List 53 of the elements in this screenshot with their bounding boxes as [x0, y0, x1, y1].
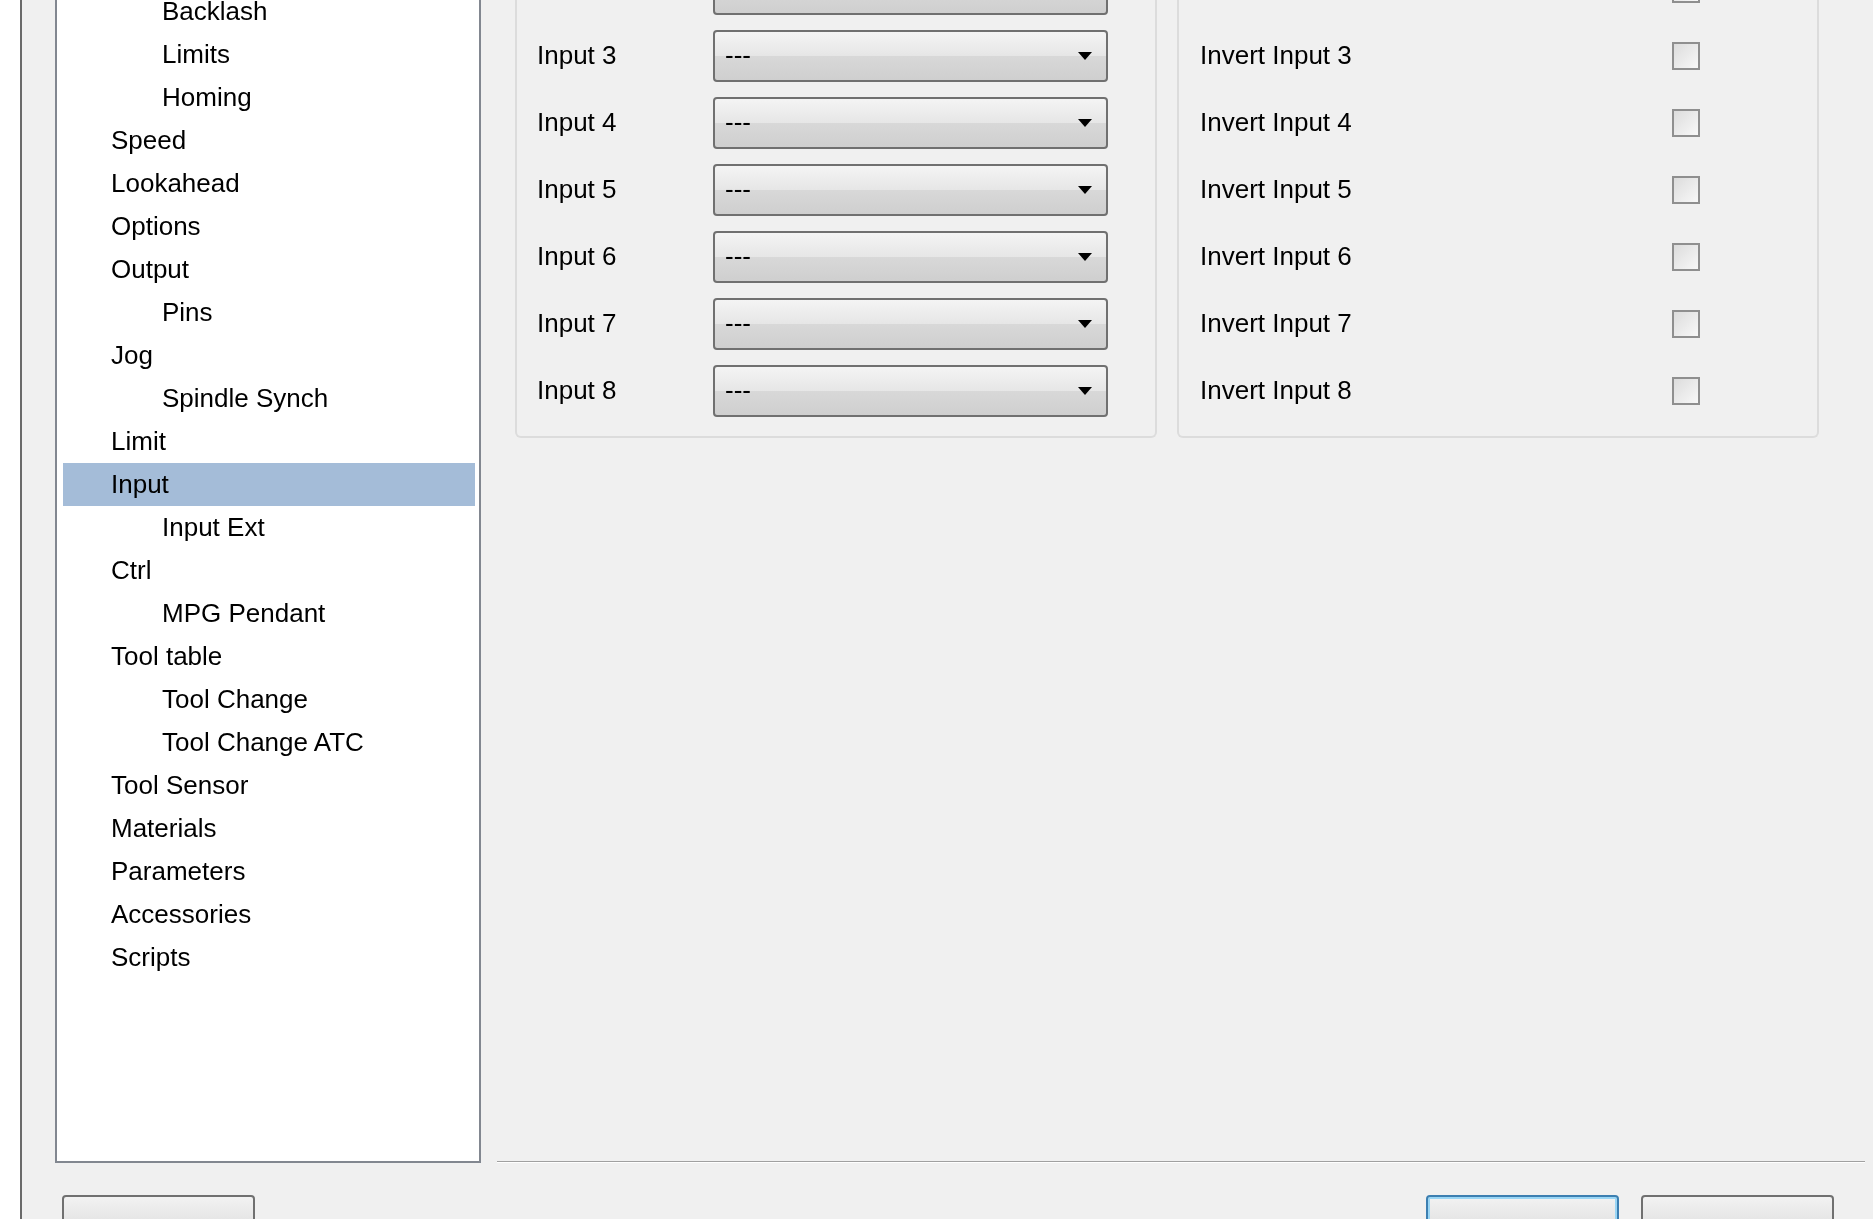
tree-item[interactable]: Scripts: [63, 936, 475, 979]
input-dropdown[interactable]: ---: [713, 29, 1108, 82]
input-label: Input 4: [536, 107, 618, 138]
tree-item[interactable]: Lookahead: [63, 162, 475, 205]
input-label: Input 5: [536, 174, 618, 205]
tree-item[interactable]: Homing: [63, 76, 475, 119]
tree-item[interactable]: Tool table: [63, 635, 475, 678]
tree-item[interactable]: Tool Sensor: [63, 764, 475, 807]
tree-item[interactable]: Input Ext: [63, 506, 475, 549]
dropdown-arrow-icon: [1078, 51, 1092, 60]
dropdown-arrow-icon: [1078, 319, 1092, 328]
invert-checkbox[interactable]: [1672, 309, 1700, 338]
invert-checkbox[interactable]: [1672, 242, 1700, 271]
tree-item[interactable]: Backlash: [63, 0, 475, 33]
invert-checkbox[interactable]: [1672, 41, 1700, 70]
tree-item[interactable]: Output: [63, 248, 475, 291]
tree-item[interactable]: Limits: [63, 33, 475, 76]
tree-item[interactable]: Input: [63, 463, 475, 506]
input-dropdown[interactable]: ---: [713, 297, 1108, 350]
invert-label: Invert Input 7: [1199, 308, 1353, 339]
tree-item[interactable]: Ctrl: [63, 549, 475, 592]
input-label: Input 3: [536, 40, 618, 71]
invert-label: Invert Input 5: [1199, 174, 1353, 205]
input-dropdown[interactable]: ---: [713, 96, 1108, 149]
input-label: Input 7: [536, 308, 618, 339]
invert-label: Invert Input 4: [1199, 107, 1353, 138]
tree-item[interactable]: Materials: [63, 807, 475, 850]
dropdown-arrow-icon: [1078, 118, 1092, 127]
tree-item[interactable]: Accessories: [63, 893, 475, 936]
invert-checkbox[interactable]: [1672, 175, 1700, 204]
tree-item[interactable]: Pins: [63, 291, 475, 334]
input-dropdown[interactable]: ---: [713, 163, 1108, 216]
input-dropdown[interactable]: ---: [713, 230, 1108, 283]
tree-item[interactable]: Spindle Synch: [63, 377, 475, 420]
input-label: Input 6: [536, 241, 618, 272]
dropdown-arrow-icon: [1078, 185, 1092, 194]
invert-checkbox[interactable]: [1672, 376, 1700, 405]
tree-item[interactable]: Tool Change: [63, 678, 475, 721]
input-dropdown[interactable]: ---: [713, 364, 1108, 417]
tree-item[interactable]: Options: [63, 205, 475, 248]
invert-checkbox[interactable]: [1672, 108, 1700, 137]
input-label: Input 8: [536, 375, 618, 406]
tree-item[interactable]: Limit: [63, 420, 475, 463]
tree-item[interactable]: MPG Pendant: [63, 592, 475, 635]
tree-item[interactable]: Parameters: [63, 850, 475, 893]
tree-item[interactable]: Speed: [63, 119, 475, 162]
dropdown-arrow-icon: [1078, 252, 1092, 261]
dropdown-arrow-icon: [1078, 386, 1092, 395]
invert-label: Invert Input 3: [1199, 40, 1353, 71]
invert-label: Invert Input 8: [1199, 375, 1353, 406]
tree-item[interactable]: Jog: [63, 334, 475, 377]
tree-item[interactable]: Tool Change ATC: [63, 721, 475, 764]
invert-label: Invert Input 6: [1199, 241, 1353, 272]
